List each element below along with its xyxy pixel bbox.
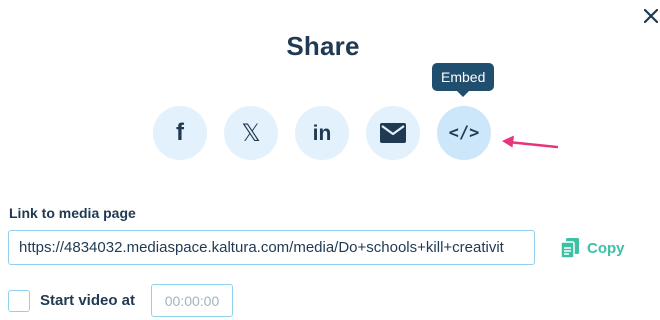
copy-label: Copy	[587, 239, 625, 257]
dialog-title: Share	[286, 31, 360, 61]
share-x-button[interactable]: 𝕏	[224, 106, 278, 160]
facebook-icon: f	[176, 119, 184, 146]
linkedin-icon: in	[312, 121, 332, 145]
copy-button[interactable]: Copy	[561, 237, 625, 259]
arrow-left-icon	[502, 135, 558, 149]
start-video-label: Start video at	[40, 292, 136, 309]
share-linkedin-button[interactable]: in	[295, 106, 349, 160]
link-label: Link to media page	[9, 205, 136, 221]
x-icon: 𝕏	[241, 119, 261, 147]
share-embed-button[interactable]: </>	[437, 106, 491, 160]
share-dialog: Share f 𝕏 in </> Embed Link to media pag…	[0, 0, 660, 320]
start-time-input[interactable]	[151, 284, 233, 317]
media-link-input[interactable]	[8, 230, 535, 265]
embed-tooltip: Embed	[432, 63, 495, 97]
copy-icon	[561, 238, 579, 258]
start-video-checkbox[interactable]	[8, 290, 30, 312]
close-icon	[644, 9, 658, 23]
embed-code-icon: </>	[448, 122, 480, 143]
envelope-icon	[380, 123, 406, 143]
close-button[interactable]	[639, 4, 660, 28]
share-facebook-button[interactable]: f	[153, 106, 207, 160]
share-email-button[interactable]	[366, 106, 420, 160]
